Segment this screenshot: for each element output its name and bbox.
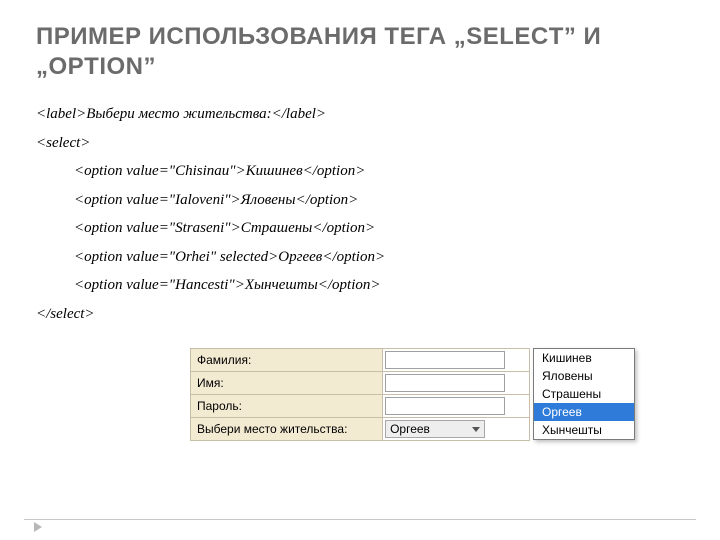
dropdown-option[interactable]: Страшены	[534, 385, 634, 403]
page-title: ПРИМЕР ИСПОЛЬЗОВАНИЯ ТЕГА „SELECT” И „OP…	[36, 22, 684, 82]
code-line: <option value="Straseni">Страшены</optio…	[36, 214, 684, 243]
dropdown-option-selected[interactable]: Оргеев	[534, 403, 634, 421]
cell	[383, 349, 530, 372]
dropdown-option[interactable]: Кишинев	[534, 349, 634, 367]
triangle-right-icon	[34, 522, 42, 532]
code-line: <select>	[36, 129, 684, 158]
password-input[interactable]	[385, 397, 505, 415]
code-line: <label>Выбери место жительства:</label>	[36, 100, 684, 129]
label-city: Выбери место жительства:	[191, 418, 383, 441]
label-name: Имя:	[191, 372, 383, 395]
code-example: <label>Выбери место жительства:</label> …	[36, 100, 684, 328]
code-line: <option value="Chisinau">Кишинев</option…	[36, 157, 684, 186]
table-row: Фамилия:	[191, 349, 530, 372]
table-row: Имя:	[191, 372, 530, 395]
surname-input[interactable]	[385, 351, 505, 369]
code-line: <option value="Orhei" selected>Оргеев</o…	[36, 243, 684, 272]
code-line: <option value="Hancesti">Хынчешты</optio…	[36, 271, 684, 300]
demo-preview: Фамилия: Имя: Пароль: Выбери место жител…	[190, 348, 530, 441]
code-line: </select>	[36, 300, 684, 329]
name-input[interactable]	[385, 374, 505, 392]
label-password: Пароль:	[191, 395, 383, 418]
cell: Оргеев	[383, 418, 530, 441]
slide: ПРИМЕР ИСПОЛЬЗОВАНИЯ ТЕГА „SELECT” И „OP…	[0, 0, 720, 540]
city-select-value: Оргеев	[390, 422, 430, 436]
dropdown-option[interactable]: Яловены	[534, 367, 634, 385]
label-surname: Фамилия:	[191, 349, 383, 372]
divider	[24, 519, 696, 520]
cell	[383, 372, 530, 395]
code-line: <option value="Ialoveni">Яловены</option…	[36, 186, 684, 215]
chevron-down-icon	[470, 423, 482, 435]
city-select[interactable]: Оргеев	[385, 420, 485, 438]
city-dropdown: Кишинев Яловены Страшены Оргеев Хынчешты	[533, 348, 635, 440]
table-row: Пароль:	[191, 395, 530, 418]
dropdown-option[interactable]: Хынчешты	[534, 421, 634, 439]
demo-form-table: Фамилия: Имя: Пароль: Выбери место жител…	[190, 348, 530, 441]
table-row: Выбери место жительства: Оргеев	[191, 418, 530, 441]
cell	[383, 395, 530, 418]
